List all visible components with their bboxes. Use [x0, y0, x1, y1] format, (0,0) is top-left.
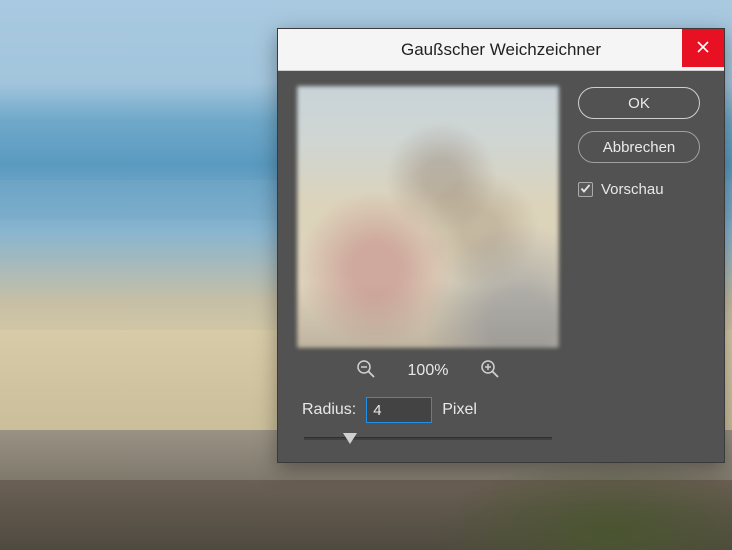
dialog-titlebar[interactable]: Gaußscher Weichzeichner: [278, 29, 724, 71]
zoom-level-label: 100%: [408, 362, 449, 380]
preview-checkbox-label: Vorschau: [601, 181, 664, 198]
slider-track: [304, 437, 552, 440]
radius-input[interactable]: [366, 397, 432, 423]
dialog-left-column: 100% Radius: Pixel: [296, 85, 560, 446]
blur-preview: [296, 85, 560, 349]
zoom-controls: 100%: [296, 359, 560, 383]
gaussian-blur-dialog: Gaußscher Weichzeichner 100%: [277, 28, 725, 463]
zoom-out-icon: [356, 359, 376, 384]
preview-checkbox-row: Vorschau: [578, 181, 700, 198]
close-button[interactable]: [682, 29, 724, 67]
dialog-right-column: OK Abbrechen Vorschau: [578, 85, 700, 198]
slider-thumb[interactable]: [343, 433, 357, 444]
check-icon: [580, 181, 591, 198]
radius-unit: Pixel: [442, 401, 477, 419]
ok-button[interactable]: OK: [578, 87, 700, 119]
ok-button-label: OK: [628, 95, 650, 112]
preview-checkbox[interactable]: [578, 182, 593, 197]
dialog-title: Gaußscher Weichzeichner: [401, 40, 601, 60]
radius-slider[interactable]: [296, 437, 560, 440]
zoom-in-icon: [480, 359, 500, 384]
close-icon: [697, 40, 709, 56]
cancel-button-label: Abbrechen: [603, 139, 676, 156]
zoom-in-button[interactable]: [478, 359, 502, 383]
radius-row: Radius: Pixel: [296, 397, 560, 423]
cancel-button[interactable]: Abbrechen: [578, 131, 700, 163]
preview-area[interactable]: [296, 85, 560, 349]
zoom-out-button[interactable]: [354, 359, 378, 383]
radius-label: Radius:: [302, 401, 356, 419]
bg-greenery: [432, 460, 732, 550]
dialog-body: 100% Radius: Pixel OK: [278, 71, 724, 462]
